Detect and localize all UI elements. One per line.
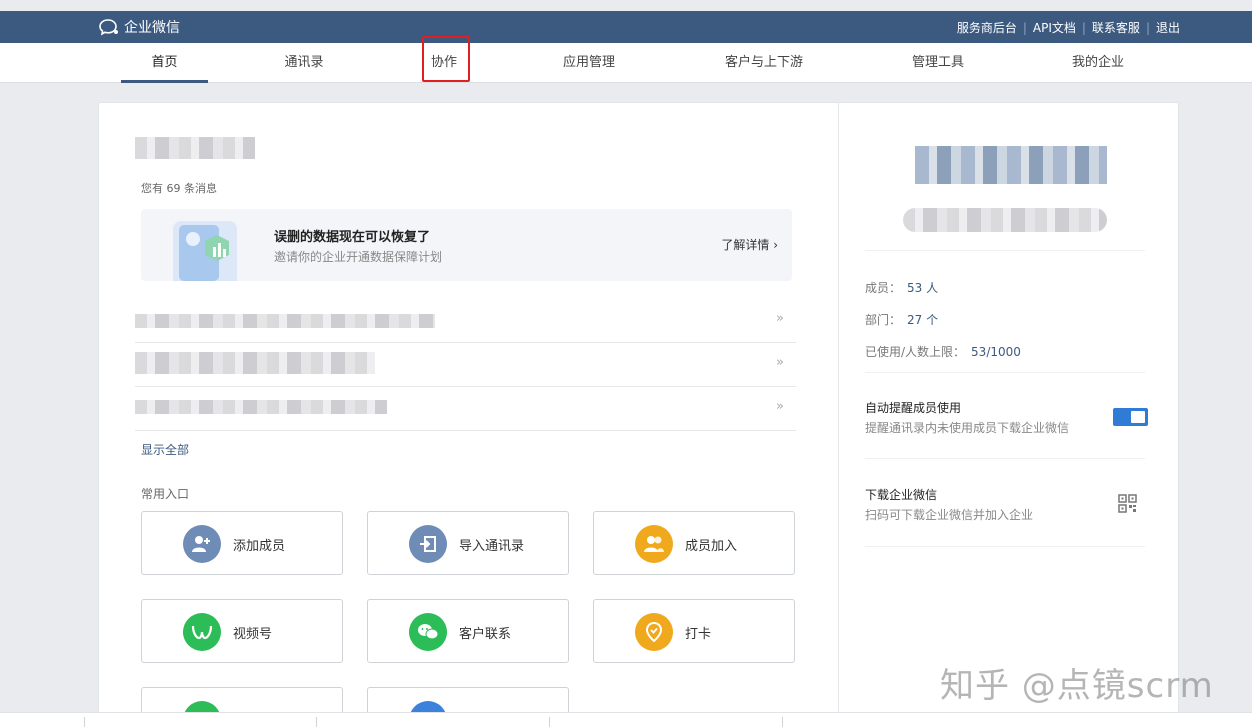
link-service-backend[interactable]: 服务商后台 xyxy=(957,19,1017,36)
panel-divider xyxy=(838,102,839,727)
location-pin-icon xyxy=(635,613,673,651)
section-divider xyxy=(865,372,1145,373)
section-divider xyxy=(865,546,1145,547)
tile-video-channel[interactable]: 视频号 xyxy=(141,599,343,663)
top-bar: 企业微信 服务商后台 | API文档 | 联系客服 | 退出 xyxy=(0,11,1252,43)
stat-members: 成员： 53 人 xyxy=(865,279,938,296)
learn-more-link[interactable]: 了解详情 › xyxy=(721,236,778,253)
blurred-message-text xyxy=(135,352,375,374)
bottom-strip xyxy=(0,712,1252,727)
stat-value: 53/1000 xyxy=(971,345,1021,359)
blurred-company-tag xyxy=(903,208,1107,232)
nav-item-customers[interactable]: 客户与上下游 xyxy=(709,43,819,83)
nav-item-contacts[interactable]: 通讯录 xyxy=(264,43,344,83)
tile-label: 成员加入 xyxy=(685,539,738,554)
brand-logo[interactable]: 企业微信 xyxy=(98,17,180,37)
message-count[interactable]: 您有 69 条消息 xyxy=(141,180,217,196)
link-api-docs[interactable]: API文档 xyxy=(1033,19,1076,36)
link-contact-support[interactable]: 联系客服 xyxy=(1092,19,1140,36)
stat-seat-usage: 已使用/人数上限： 53/1000 xyxy=(865,343,1021,360)
top-links: 服务商后台 | API文档 | 联系客服 | 退出 xyxy=(957,19,1180,36)
nav-item-admin-tools[interactable]: 管理工具 xyxy=(898,43,978,83)
link-separator: | xyxy=(1081,20,1086,35)
tile-import-contacts[interactable]: 导入通讯录 xyxy=(367,511,569,575)
row-arrow-icon: » xyxy=(776,399,784,414)
tile-label: 客户联系 xyxy=(459,627,512,642)
strip-divider xyxy=(84,717,85,727)
strip-divider xyxy=(549,717,550,727)
stat-label: 部门： xyxy=(865,313,902,327)
tile-label: 视频号 xyxy=(233,627,273,642)
auto-remind-subtitle: 提醒通讯录内未使用成员下载企业微信 xyxy=(865,421,1070,435)
blurred-company-logo xyxy=(915,146,1107,184)
watermark: 知乎 @点镜scrm xyxy=(940,666,1214,706)
stat-value[interactable]: 27 个 xyxy=(907,313,938,327)
chat-bubble-icon xyxy=(99,19,118,36)
video-channel-icon xyxy=(183,613,221,651)
data-recovery-banner[interactable]: 误删的数据现在可以恢复了 邀请你的企业开通数据保障计划 了解详情 › xyxy=(141,209,792,281)
strip-divider xyxy=(316,717,317,727)
download-subtitle: 扫码可下载企业微信并加入企业 xyxy=(865,508,1034,522)
show-all-link[interactable]: 显示全部 xyxy=(141,441,189,458)
nav-item-home[interactable]: 首页 xyxy=(121,43,208,83)
blurred-company-name xyxy=(135,137,255,159)
members-icon xyxy=(635,525,673,563)
message-row[interactable]: » xyxy=(135,387,796,431)
stat-value[interactable]: 53 人 xyxy=(907,281,938,295)
row-arrow-icon: » xyxy=(776,355,784,370)
active-tab-indicator xyxy=(121,80,208,83)
common-entries-title: 常用入口 xyxy=(141,487,190,501)
tile-label: 导入通讯录 xyxy=(459,539,525,554)
message-row[interactable]: » xyxy=(135,343,796,387)
strip-divider xyxy=(782,717,783,727)
link-logout[interactable]: 退出 xyxy=(1156,19,1180,36)
annotation-highlight-box xyxy=(422,36,470,82)
toggle-knob xyxy=(1131,411,1145,423)
import-icon xyxy=(409,525,447,563)
nav-item-app-management[interactable]: 应用管理 xyxy=(549,43,629,83)
nav-item-my-company[interactable]: 我的企业 xyxy=(1058,43,1138,83)
stat-label: 成员： xyxy=(865,281,902,295)
row-arrow-icon: » xyxy=(776,311,784,326)
section-divider xyxy=(865,250,1145,251)
download-title: 下载企业微信 xyxy=(865,488,938,502)
tile-add-member[interactable]: 添加成员 xyxy=(141,511,343,575)
tile-check-in[interactable]: 打卡 xyxy=(593,599,795,663)
stat-label: 已使用/人数上限： xyxy=(865,345,966,359)
message-row[interactable]: » xyxy=(135,299,796,343)
banner-subtitle: 邀请你的企业开通数据保障计划 xyxy=(274,250,443,264)
blurred-message-text xyxy=(135,314,435,328)
tile-member-join[interactable]: 成员加入 xyxy=(593,511,795,575)
tile-label: 打卡 xyxy=(685,627,712,642)
tile-label: 添加成员 xyxy=(233,539,286,554)
tile-customer-contact[interactable]: 客户联系 xyxy=(367,599,569,663)
stat-departments: 部门： 27 个 xyxy=(865,311,938,328)
blurred-message-text xyxy=(135,400,387,414)
auto-remind-toggle[interactable] xyxy=(1113,408,1148,426)
main-nav: 首页 通讯录 协作 应用管理 客户与上下游 管理工具 我的企业 xyxy=(0,36,1252,83)
link-separator: | xyxy=(1022,20,1027,35)
data-protection-illustration xyxy=(173,221,237,281)
add-user-icon xyxy=(183,525,221,563)
banner-title: 误删的数据现在可以恢复了 xyxy=(274,230,431,245)
section-divider xyxy=(865,458,1145,459)
qr-code-icon[interactable] xyxy=(1118,494,1137,513)
brand-name: 企业微信 xyxy=(124,20,180,36)
link-separator: | xyxy=(1145,20,1150,35)
wechat-icon xyxy=(409,613,447,651)
auto-remind-title: 自动提醒成员使用 xyxy=(865,401,962,415)
